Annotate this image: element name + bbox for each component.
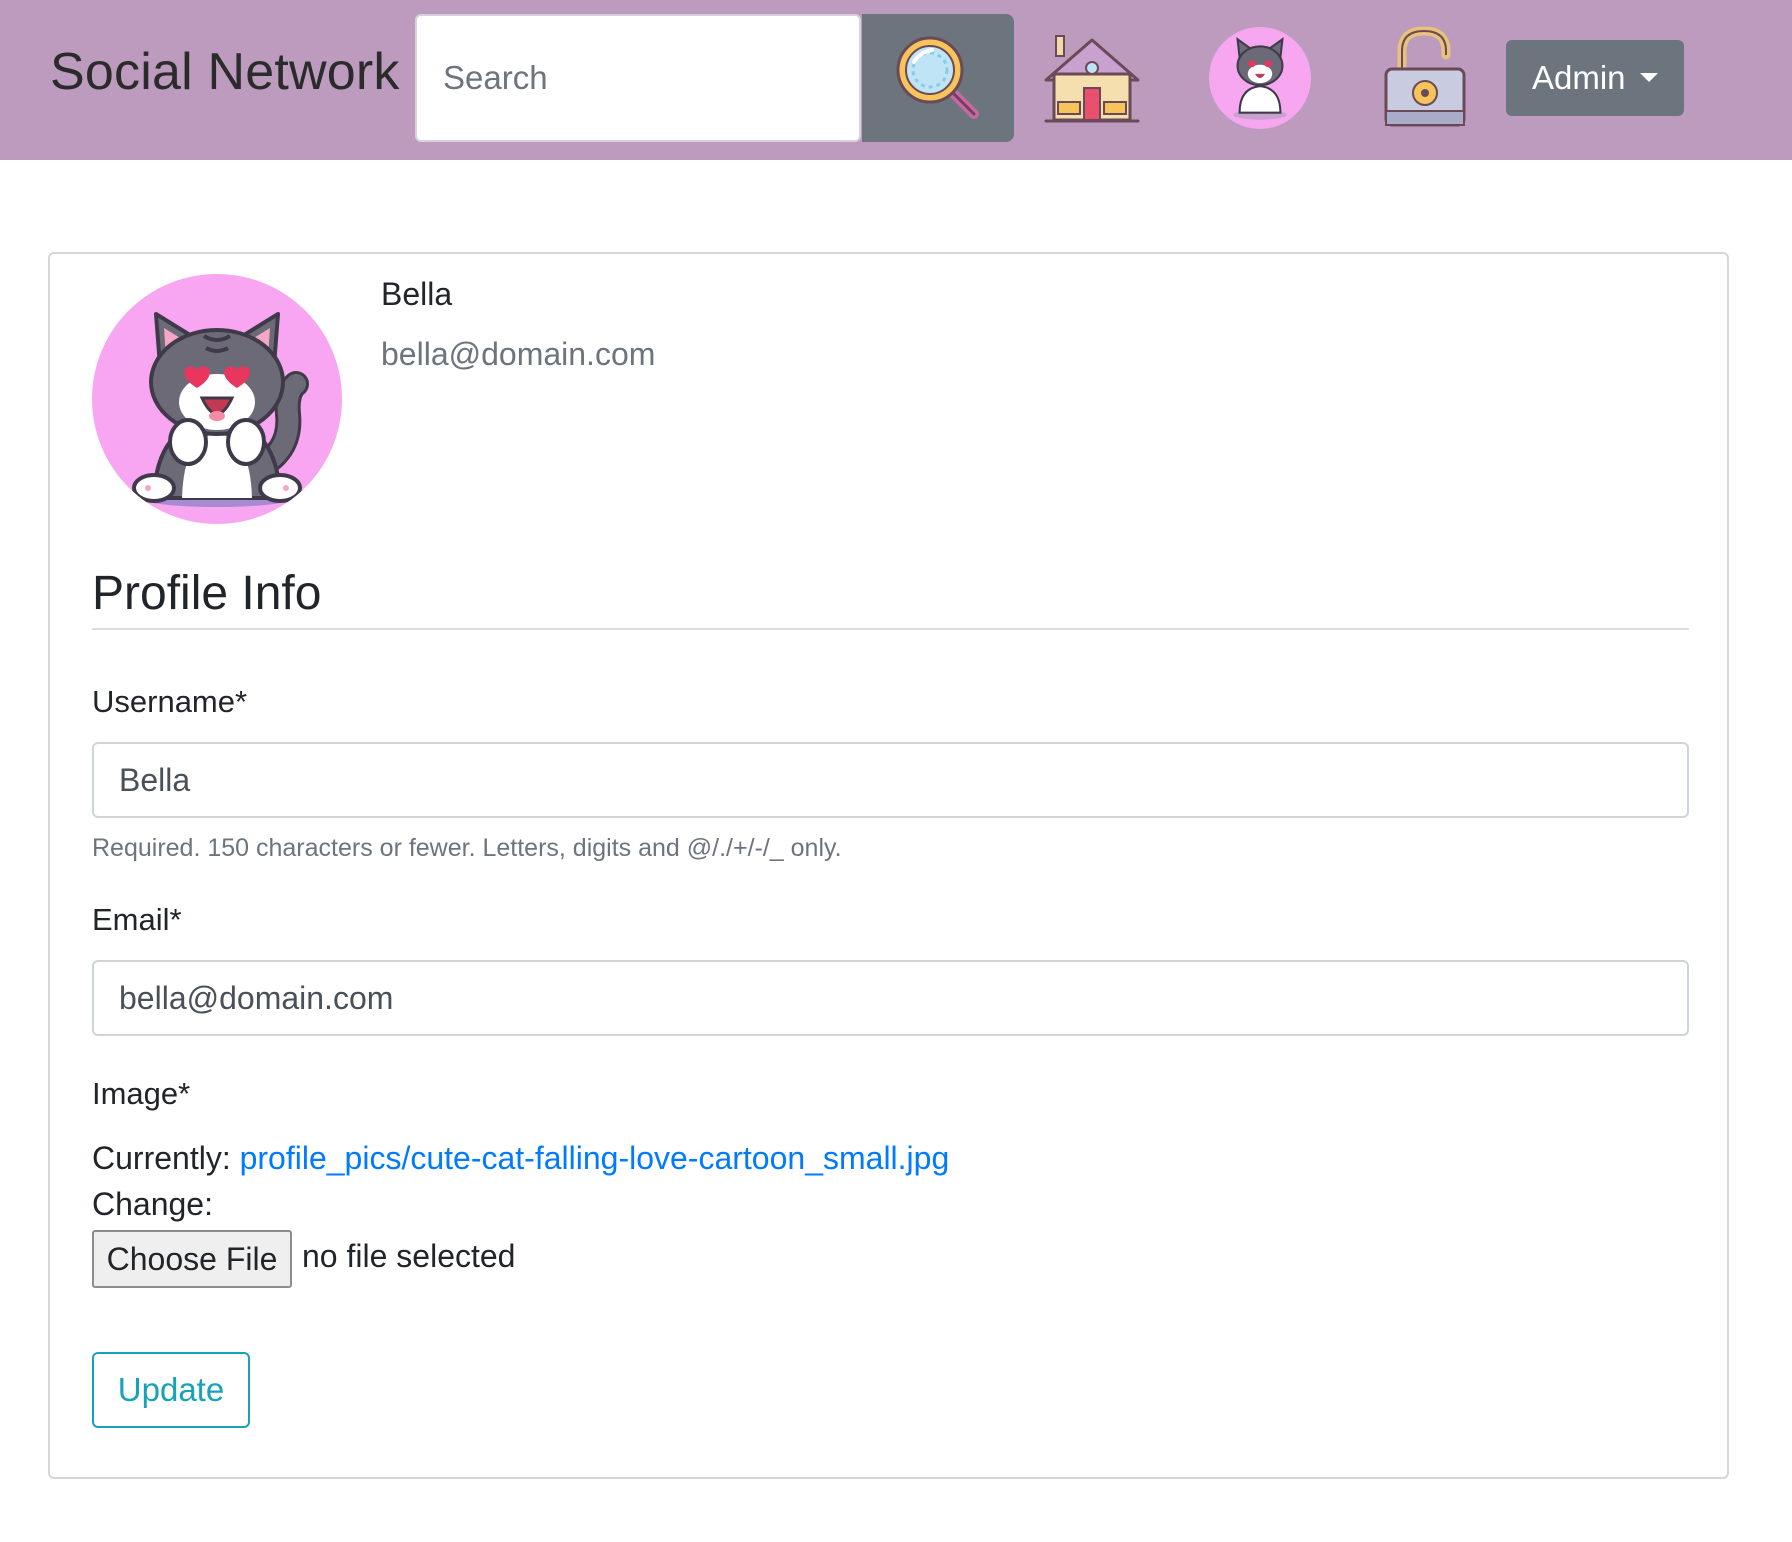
- image-label: Image*: [92, 1076, 191, 1111]
- change-label: Change:: [92, 1186, 213, 1222]
- house-icon[interactable]: [1042, 34, 1142, 126]
- profile-card: Bella bella@domain.com Profile Info User…: [48, 252, 1729, 1479]
- search-input[interactable]: [415, 14, 861, 142]
- section-title: Profile Info: [92, 567, 322, 620]
- email-label: Email*: [92, 902, 182, 937]
- open-lock-icon[interactable]: [1380, 25, 1470, 129]
- admin-dropdown-button[interactable]: Admin: [1506, 40, 1684, 116]
- current-image-link[interactable]: profile_pics/cute-cat-falling-love-carto…: [240, 1140, 950, 1176]
- currently-label: Currently:: [92, 1140, 231, 1176]
- email-field[interactable]: [92, 960, 1689, 1036]
- choose-file-button[interactable]: Choose File: [92, 1230, 292, 1288]
- current-image-row: Currently: profile_pics/cute-cat-falling…: [92, 1140, 949, 1177]
- profile-name: Bella: [381, 276, 453, 312]
- username-label: Username*: [92, 684, 248, 719]
- section-divider: [92, 628, 1689, 630]
- cat-avatar-icon: [132, 312, 309, 507]
- profile-avatar: [92, 274, 342, 524]
- search-button[interactable]: [862, 14, 1014, 142]
- caret-down-icon: [1640, 73, 1658, 82]
- file-status-text: no file selected: [302, 1238, 516, 1274]
- admin-label: Admin: [1532, 59, 1626, 96]
- cat-avatar-icon[interactable]: [1209, 27, 1311, 129]
- top-navbar: Social Network Search Admin: [0, 0, 1792, 160]
- username-help-text: Required. 150 characters or fewer. Lette…: [92, 834, 842, 862]
- profile-email: bella@domain.com: [381, 336, 656, 372]
- update-button[interactable]: Update: [92, 1352, 250, 1428]
- brand-title[interactable]: Social Network: [50, 42, 400, 102]
- username-field[interactable]: [92, 742, 1689, 818]
- magnifier-icon: [896, 36, 979, 119]
